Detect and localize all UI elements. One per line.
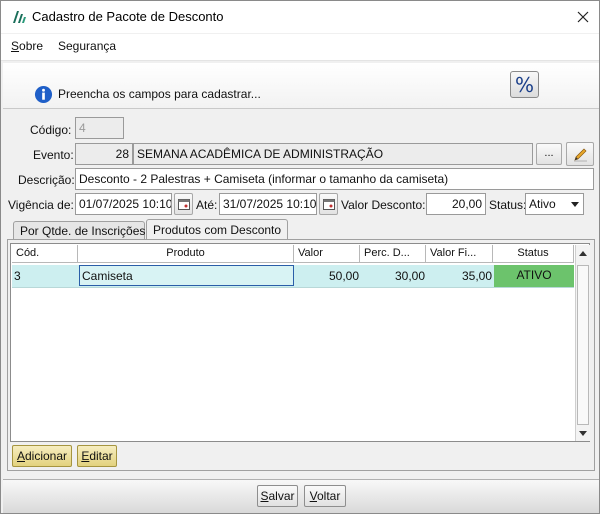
editar-button[interactable]: Editar: [77, 445, 117, 467]
cell-valor-final: 35,00: [461, 269, 492, 283]
app-logo-icon: [13, 11, 26, 23]
dialog-window: Cadastro de Pacote de Desconto Sobre Seg…: [0, 0, 600, 514]
vigencia-end-calendar-button[interactable]: [319, 193, 338, 215]
vigencia-end-field[interactable]: 31/07/2025 10:10: [219, 193, 317, 215]
banner-message: Preencha os campos para cadastrar...: [58, 87, 261, 101]
evento-id-field: 28: [75, 143, 133, 165]
ate-label: Até:: [196, 198, 218, 212]
cell-produto: Camiseta: [79, 265, 294, 286]
descricao-field[interactable]: Desconto - 2 Palestras + Camiseta (infor…: [75, 168, 594, 190]
pencil-icon: [574, 148, 587, 162]
tab-produtos-com-desconto[interactable]: Produtos com Desconto: [146, 219, 288, 241]
evento-name-field: SEMANA ACADÊMICA DE ADMINISTRAÇÃO: [133, 143, 533, 165]
menu-item-seguranca[interactable]: Segurança: [58, 39, 116, 53]
adicionar-button[interactable]: Adicionar: [12, 445, 72, 467]
vigencia-start-calendar-button[interactable]: [174, 193, 193, 215]
dialog-footer: Salvar Voltar: [3, 479, 599, 513]
calendar-icon: [323, 199, 335, 210]
status-badge: ATIVO: [494, 265, 574, 287]
cell-valor: 50,00: [328, 269, 359, 283]
status-select[interactable]: Ativo: [525, 193, 584, 215]
ellipsis-icon: ...: [544, 147, 554, 159]
vigencia-label: Vigência de:: [8, 198, 74, 212]
evento-edit-button[interactable]: [566, 142, 594, 166]
products-grid: Cód. Produto Valor Perc. D... Valor Fi..…: [10, 243, 590, 442]
valor-desconto-label: Valor Desconto:: [341, 198, 426, 212]
evento-label: Evento:: [33, 148, 74, 162]
calendar-icon: [178, 199, 190, 210]
info-icon: [34, 85, 53, 104]
table-row[interactable]: 3 Camiseta 50,00 30,00 35,00 ATIVO: [12, 265, 574, 288]
evento-lookup-button[interactable]: ...: [536, 143, 562, 165]
salvar-button[interactable]: Salvar: [257, 485, 298, 507]
chevron-down-icon: [571, 202, 579, 207]
title-bar: Cadastro de Pacote de Desconto: [1, 1, 599, 33]
close-icon: [577, 11, 589, 23]
menu-item-sobre[interactable]: Sobre: [11, 39, 43, 53]
vigencia-start-field[interactable]: 01/07/2025 10:10: [75, 193, 172, 215]
window-title: Cadastro de Pacote de Desconto: [32, 9, 224, 24]
cell-perc-desconto: 30,00: [394, 269, 425, 283]
codigo-field: 4: [75, 117, 124, 139]
scroll-down-arrow-icon[interactable]: [579, 431, 587, 436]
scroll-thumb[interactable]: [577, 265, 589, 425]
valor-desconto-field[interactable]: 20,00: [426, 193, 486, 215]
scroll-up-arrow-icon[interactable]: [579, 251, 587, 256]
info-banner: Preencha os campos para cadastrar... %: [3, 63, 599, 109]
grid-vertical-scrollbar[interactable]: [575, 245, 590, 441]
column-header-status[interactable]: Status: [493, 245, 574, 263]
status-label: Status:: [489, 198, 527, 212]
menu-bar: Sobre Segurança: [1, 34, 599, 61]
status-select-value: Ativo: [529, 197, 556, 211]
column-header-valor-final[interactable]: Valor Fi...: [426, 245, 493, 263]
cell-cod: 3: [14, 269, 21, 283]
voltar-button[interactable]: Voltar: [304, 485, 346, 507]
discount-percent-button[interactable]: %: [510, 71, 539, 98]
column-header-valor[interactable]: Valor: [294, 245, 360, 263]
column-header-perc-desconto[interactable]: Perc. D...: [360, 245, 426, 263]
tab-por-qtde-inscricoes[interactable]: Por Qtde. de Inscrições: [13, 221, 145, 241]
codigo-label: Código:: [30, 123, 72, 137]
column-header-produto[interactable]: Produto: [78, 245, 294, 263]
percent-icon: %: [514, 73, 534, 97]
descricao-label: Descrição:: [18, 173, 75, 187]
column-header-cod[interactable]: Cód.: [12, 245, 78, 263]
close-button[interactable]: [567, 1, 599, 33]
